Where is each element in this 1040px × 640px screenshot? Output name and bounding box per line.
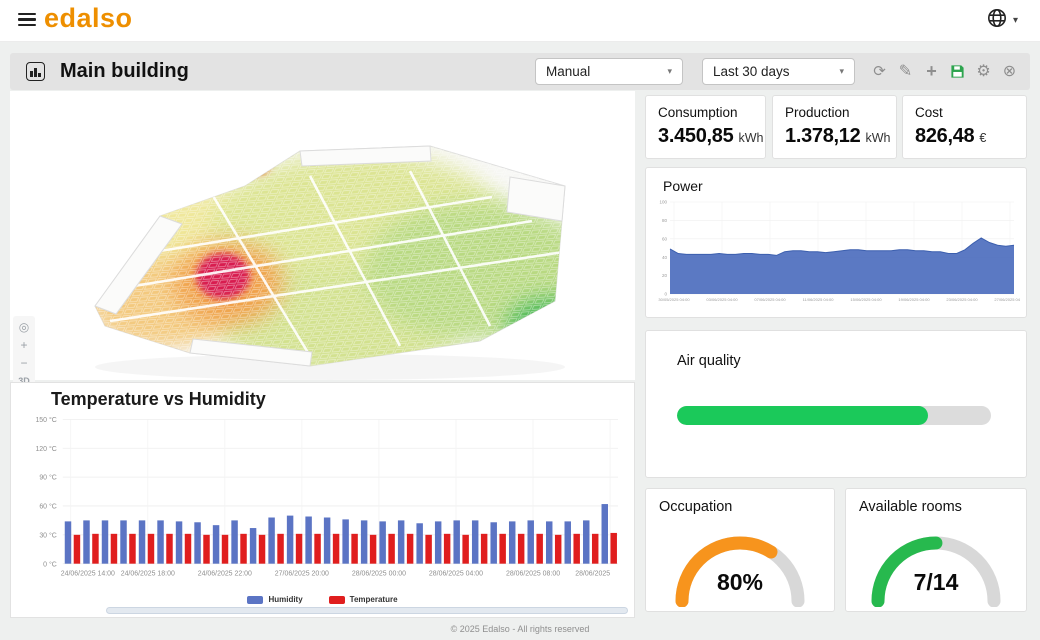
footer-copyright: © 2025 Edalso - All rights reserved [0, 620, 1040, 640]
kpi-value: 1.378,12 [785, 125, 860, 148]
svg-text:100: 100 [659, 200, 667, 205]
svg-text:60: 60 [662, 236, 668, 241]
kpi-value: 3.450,85 [658, 125, 733, 148]
humidity-swatch [247, 596, 263, 604]
gauge-title: Available rooms [859, 499, 962, 515]
svg-text:24/06/2025 14:00: 24/06/2025 14:00 [61, 571, 115, 578]
save-icon[interactable] [949, 64, 966, 79]
top-navbar: edalso ▾ [0, 0, 1040, 42]
kpi-label: Consumption [658, 105, 753, 120]
svg-text:27/06/2025 20:00: 27/06/2025 20:00 [275, 571, 329, 578]
header-toolbar: ⟳ ✎ + ⚙ ⊗ [871, 63, 1018, 80]
zoom-out-button[interactable]: − [15, 355, 33, 371]
svg-text:27/06/2025 04:00: 27/06/2025 04:00 [994, 297, 1020, 302]
recenter-button[interactable]: ◎ [15, 319, 33, 335]
language-menu-button[interactable]: ▾ [986, 7, 1018, 34]
chart-legend: Humidity Temperature [11, 595, 634, 604]
legend-item-temperature[interactable]: Temperature [329, 595, 398, 604]
air-quality-track [677, 406, 991, 425]
date-range-select[interactable]: Last 30 days ▾ [702, 58, 855, 85]
temp-humidity-chart: 0 °C 30 °C 60 °C 90 °C 120 °C 150 °C 24/06/202… [15, 413, 627, 581]
globe-icon [986, 7, 1008, 34]
kpi-unit: kWh [738, 131, 763, 145]
gauge-value: 7/14 [846, 569, 1026, 596]
edit-icon[interactable]: ✎ [897, 63, 914, 80]
svg-text:28/06/2025 04:00: 28/06/2025 04:00 [429, 571, 483, 578]
svg-text:80: 80 [662, 218, 668, 223]
refresh-icon[interactable]: ⟳ [871, 63, 888, 80]
svg-text:19/06/2025 04:00: 19/06/2025 04:00 [898, 297, 930, 302]
datazoom-slider[interactable] [106, 607, 628, 614]
svg-text:40: 40 [662, 255, 668, 260]
occupation-card: Occupation 80% [645, 488, 835, 612]
svg-text:20: 20 [662, 273, 668, 278]
kpi-card-cost: Cost 826,48 € [902, 95, 1027, 159]
svg-text:30/05/2025 04:00: 30/05/2025 04:00 [658, 297, 690, 302]
svg-text:120 °C: 120 °C [35, 445, 56, 453]
floorplan-controls: ◎ + − 3D [13, 316, 35, 392]
kpi-card-production: Production 1.378,12 kWh [772, 95, 897, 159]
chart-title: Power [663, 178, 703, 194]
kpi-label: Cost [915, 105, 1014, 120]
temperature-swatch [329, 596, 345, 604]
page-title: Main building [60, 60, 189, 83]
svg-text:60 °C: 60 °C [39, 503, 56, 511]
svg-text:28/06/2025 08:00: 28/06/2025 08:00 [506, 571, 560, 578]
svg-text:0: 0 [664, 292, 667, 297]
kpi-card-consumption: Consumption 3.450,85 kWh [645, 95, 766, 159]
bar-chart-icon [26, 62, 45, 81]
gauge-value: 80% [646, 569, 834, 596]
hamburger-menu-icon[interactable] [18, 13, 36, 27]
chart-title: Temperature vs Humidity [51, 389, 266, 410]
kpi-label: Production [785, 105, 884, 120]
svg-text:150 °C: 150 °C [35, 416, 56, 424]
temp-humidity-card: Temperature vs Humidity 0 °C 30 °C 60 °C 90… [10, 382, 635, 618]
svg-text:07/06/2025 04:00: 07/06/2025 04:00 [754, 297, 786, 302]
svg-text:24/06/2025 18:00: 24/06/2025 18:00 [121, 571, 175, 578]
page-headerbar: Main building Manual ▾ Last 30 days ▾ ⟳ … [10, 53, 1030, 90]
svg-text:15/06/2025 04:00: 15/06/2025 04:00 [850, 297, 882, 302]
available-rooms-card: Available rooms 7/14 [845, 488, 1027, 612]
kpi-value: 826,48 [915, 125, 974, 148]
svg-text:11/06/2025 04:00: 11/06/2025 04:00 [803, 297, 835, 302]
floorplan-3d-view[interactable] [10, 91, 635, 380]
edalso-logo: edalso [44, 3, 133, 34]
svg-text:28/06/2025 00:00: 28/06/2025 00:00 [352, 571, 406, 578]
dashboard-screen: edalso ▾ Main building Manual ▾ Last 30 … [0, 0, 1040, 640]
kpi-unit: kWh [865, 131, 890, 145]
chevron-down-icon: ▾ [667, 66, 672, 77]
power-chart: 0 20 40 60 80 100 30/05/2025 04:00 03/06/2025 0… [654, 198, 1020, 310]
settings-gear-icon[interactable]: ⚙ [975, 63, 992, 80]
legend-item-humidity[interactable]: Humidity [247, 595, 302, 604]
svg-text:30 °C: 30 °C [39, 531, 56, 539]
svg-text:24/06/2025 22:00: 24/06/2025 22:00 [198, 571, 252, 578]
svg-text:0 °C: 0 °C [43, 560, 57, 568]
air-quality-card: Air quality [645, 330, 1027, 478]
mode-select[interactable]: Manual ▾ [535, 58, 683, 85]
svg-text:03/06/2025 04:00: 03/06/2025 04:00 [706, 297, 738, 302]
zoom-in-button[interactable]: + [15, 337, 33, 353]
kpi-unit: € [979, 131, 986, 145]
chevron-down-icon: ▾ [1013, 15, 1018, 26]
svg-text:28/06/2025: 28/06/2025 [575, 571, 610, 578]
close-circle-icon[interactable]: ⊗ [1001, 63, 1018, 80]
power-card: Power 0 20 40 60 80 100 30/05/2025 04:00 03/06/… [645, 167, 1027, 318]
svg-text:90 °C: 90 °C [39, 474, 56, 482]
floorplan-card: ◎ + − 3D [10, 91, 635, 380]
air-quality-fill [677, 406, 928, 425]
svg-text:23/06/2025 04:00: 23/06/2025 04:00 [946, 297, 978, 302]
gauge-title: Occupation [659, 499, 732, 515]
chevron-down-icon: ▾ [839, 66, 844, 77]
chart-title: Air quality [677, 353, 741, 369]
add-icon[interactable]: + [923, 63, 940, 80]
